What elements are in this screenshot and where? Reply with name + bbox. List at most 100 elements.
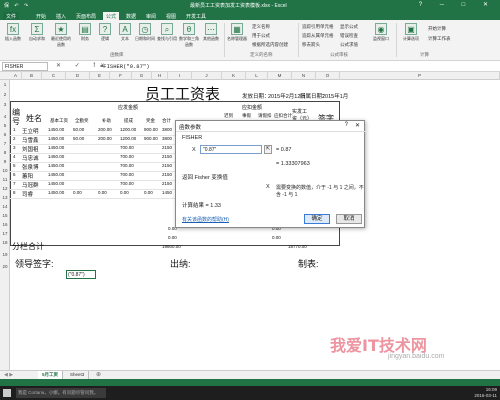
divider: [298, 23, 299, 57]
column-header[interactable]: O: [316, 72, 340, 80]
column-header[interactable]: H: [152, 72, 168, 80]
cortana-search[interactable]: 我是 Cortana，小娜。有问题尽管问我。: [16, 388, 106, 398]
ok-button[interactable]: 确定: [304, 214, 330, 224]
tab-review[interactable]: 审阅: [143, 12, 159, 20]
row-header[interactable]: 3: [0, 102, 10, 107]
column-header[interactable]: C: [42, 72, 66, 80]
name-box[interactable]: FISHER: [2, 62, 48, 71]
column-header[interactable]: G: [132, 72, 152, 80]
cancel-button[interactable]: 取消: [336, 214, 362, 224]
row-header[interactable]: 7: [0, 141, 10, 146]
row-header[interactable]: 19: [0, 252, 10, 257]
quick-access-toolbar[interactable]: 保 ↶ ↷: [4, 2, 30, 9]
trace-precedents-button[interactable]: 追踪引用单元格: [302, 24, 334, 30]
subtotal-actual: 18770.00: [288, 244, 307, 249]
recent-functions-button[interactable]: ★ 最近使用的函数: [50, 22, 72, 48]
tab-data[interactable]: 数据: [123, 12, 139, 20]
collapse-dialog-icon[interactable]: ⇱: [264, 145, 272, 154]
tab-view[interactable]: 视图: [163, 12, 179, 20]
calc-now-button[interactable]: 开始计算: [428, 26, 446, 32]
active-cell[interactable]: ("0.87"): [66, 270, 96, 279]
tab-formulas[interactable]: 公式: [103, 12, 120, 20]
column-header[interactable]: D: [66, 72, 90, 80]
clock-icon: ◷: [139, 23, 151, 35]
show-formulas-button[interactable]: 显示公式: [340, 24, 358, 30]
row-header[interactable]: 11: [0, 177, 10, 182]
column-header[interactable]: K: [222, 72, 246, 80]
use-in-formula-button[interactable]: 用于公式: [252, 33, 270, 39]
row-header[interactable]: 5: [0, 123, 10, 128]
row-header[interactable]: 20: [0, 264, 10, 269]
row-header[interactable]: 14: [0, 204, 10, 209]
trace-dependents-button[interactable]: 追踪从属单元格: [302, 33, 334, 39]
row-header[interactable]: 6: [0, 132, 10, 137]
row-header[interactable]: 8: [0, 150, 10, 155]
insert-function-button[interactable]: fx 插入函数: [2, 22, 24, 48]
table-cell-name: 马雪鑫: [22, 138, 39, 144]
book-icon: ▤: [79, 23, 91, 35]
header-payable: 应发金额: [118, 105, 139, 111]
tab-page-layout[interactable]: 页面布局: [73, 12, 99, 20]
remove-arrows-button[interactable]: 移去箭头: [302, 42, 320, 48]
tab-scroll-arrows[interactable]: ◀ ▶: [4, 372, 13, 378]
name-manager-button[interactable]: ▦ 名称管理器: [226, 22, 248, 48]
watch-window-button[interactable]: ◉ 监视窗口: [370, 22, 392, 48]
column-header[interactable]: E: [90, 72, 110, 80]
tab-home[interactable]: 开始: [33, 12, 49, 20]
help-icon[interactable]: ?: [345, 122, 348, 128]
close-icon[interactable]: ✕: [355, 122, 360, 129]
logical-button[interactable]: ? 逻辑: [94, 22, 116, 48]
formula-input[interactable]: =FISHER("0.87"): [100, 63, 150, 70]
autosum-button[interactable]: Σ 自动求和: [26, 22, 48, 48]
calc-options-button[interactable]: ▣ 计算选项: [400, 22, 422, 48]
windows-start-icon[interactable]: [3, 389, 11, 397]
help-link[interactable]: 有关该函数的帮助(H): [182, 216, 229, 223]
column-header[interactable]: J: [192, 72, 222, 80]
more-functions-button[interactable]: ⋯ 其他函数: [200, 22, 222, 48]
table-cell-base: 1450.00: [48, 163, 65, 168]
column-header[interactable]: B: [22, 72, 42, 80]
table-cell-no: 6: [13, 172, 16, 177]
column-header[interactable]: L: [246, 72, 268, 80]
sign-leader: 领导签字:: [15, 259, 54, 269]
sheet-tab-sheet3[interactable]: Sheet3: [66, 371, 90, 379]
table-cell-sub: 200.00: [98, 127, 112, 132]
lookup-button[interactable]: ⌕ 查找与引用: [156, 22, 178, 48]
column-header[interactable]: M: [268, 72, 292, 80]
column-header[interactable]: F: [110, 72, 132, 80]
row-header[interactable]: 18: [0, 240, 10, 245]
create-from-selection-button[interactable]: 根据所选内容创建: [252, 42, 288, 48]
add-sheet-icon[interactable]: ⊕: [96, 371, 101, 378]
row-header[interactable]: 15: [0, 213, 10, 218]
tab-file[interactable]: 文件: [3, 12, 20, 20]
datetime-button[interactable]: ◷ 日期和时间: [134, 22, 156, 48]
row-header[interactable]: 2: [0, 92, 10, 97]
tab-developer[interactable]: 开发工具: [183, 12, 209, 20]
sheet-tab-may-salary[interactable]: 5月工资: [38, 371, 64, 379]
row-header[interactable]: 10: [0, 168, 10, 173]
row-header[interactable]: 9: [0, 159, 10, 164]
row-header[interactable]: 12: [0, 186, 10, 191]
window-controls[interactable]: ? ─ □ ✕: [419, 1, 496, 8]
column-header[interactable]: I: [168, 72, 192, 80]
calc-sheet-button[interactable]: 计算工作表: [428, 36, 451, 42]
row-header[interactable]: 4: [0, 114, 10, 119]
row-header[interactable]: 1: [0, 82, 10, 87]
arg-x-input[interactable]: "0.87": [200, 145, 262, 154]
function-arguments-dialog: 函数参数 ? ✕ FISHER X "0.87" ⇱ = 0.87 = 1.33…: [175, 120, 366, 228]
math-button[interactable]: θ 数学和三角函数: [178, 22, 200, 48]
evaluate-formula-button[interactable]: 公式求值: [340, 42, 358, 48]
row-header[interactable]: 17: [0, 231, 10, 236]
column-header[interactable]: A: [10, 72, 22, 80]
row-header[interactable]: 16: [0, 222, 10, 227]
error-check-button[interactable]: 错误检查: [340, 33, 358, 39]
financial-button[interactable]: ▤ 财务: [74, 22, 96, 48]
text-button[interactable]: A 文本: [114, 22, 136, 48]
column-header[interactable]: N: [292, 72, 316, 80]
define-name-button[interactable]: 定义名称: [252, 24, 270, 30]
tab-insert[interactable]: 插入: [53, 12, 69, 20]
column-header[interactable]: P: [340, 72, 500, 80]
arg-label: X: [192, 147, 196, 153]
row-header[interactable]: 13: [0, 195, 10, 200]
ribbon: fx 插入函数 Σ 自动求和 ★ 最近使用的函数 ▤ 财务 ? 逻辑 A 文本 ◷ 日期和时间…: [0, 20, 500, 61]
